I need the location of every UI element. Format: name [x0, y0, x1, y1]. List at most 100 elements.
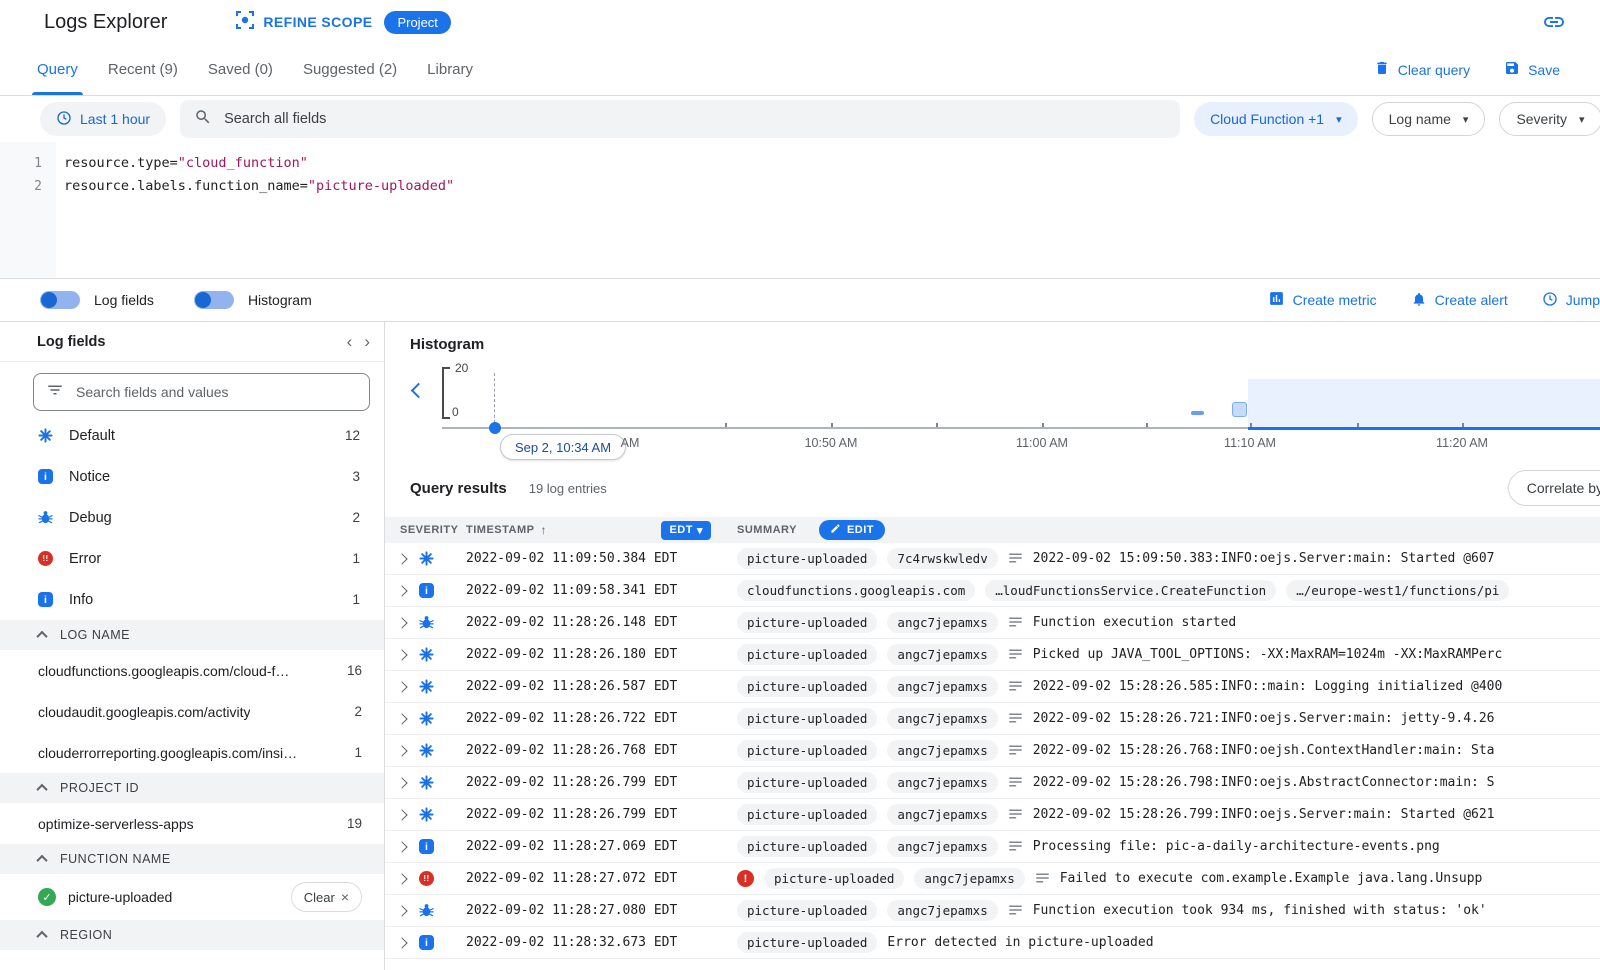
log-fields-toggle[interactable]	[40, 291, 80, 309]
expand-chevron-icon[interactable]	[385, 651, 419, 659]
severity-filter-item-debug[interactable]: Debug2	[0, 497, 384, 538]
log-entry-row[interactable]: 2022-09-02 11:28:26.587 EDTpicture-uploa…	[385, 671, 1600, 703]
summary-chip[interactable]: …loudFunctionsService.CreateFunction	[985, 580, 1276, 601]
tab-suggested-2[interactable]: Suggested (2)	[288, 44, 412, 95]
summary-chip[interactable]: angc7jepamxs	[887, 612, 997, 633]
expand-chevron-icon[interactable]	[385, 555, 419, 563]
summary-chip[interactable]: angc7jepamxs	[887, 900, 997, 921]
expand-chevron-icon[interactable]	[385, 683, 419, 691]
histogram-chart[interactable]: 200 Sep 2, 10:34 AM AM10:50 AM11:00 AM11…	[385, 361, 1600, 465]
summary-chip[interactable]: …/europe-west1/functions/pi	[1286, 580, 1509, 601]
expand-chevron-icon[interactable]	[385, 715, 419, 723]
section-header-log-name[interactable]: LOG NAME	[0, 620, 384, 650]
summary-chip[interactable]: picture-uploaded	[764, 868, 904, 889]
log-entry-row[interactable]: 2022-09-02 11:28:26.799 EDTpicture-uploa…	[385, 767, 1600, 799]
chevron-left-icon[interactable]: ‹	[347, 332, 353, 352]
histogram-selection-handle[interactable]	[1232, 402, 1247, 417]
timezone-chip[interactable]: EDT ▾	[661, 521, 711, 540]
summary-chip[interactable]: picture-uploaded	[737, 900, 877, 921]
clear-query-button[interactable]: Clear query	[1374, 60, 1470, 79]
search-all-fields-input[interactable]	[224, 111, 1166, 127]
summary-chip[interactable]: picture-uploaded	[737, 612, 877, 633]
summary-chip[interactable]: picture-uploaded	[737, 804, 877, 825]
create-alert-button[interactable]: Create alert	[1411, 291, 1508, 310]
tab-saved-0[interactable]: Saved (0)	[193, 44, 288, 95]
log-entry-row[interactable]: 2022-09-02 11:28:26.180 EDTpicture-uploa…	[385, 639, 1600, 671]
tab-library[interactable]: Library	[412, 44, 488, 95]
summary-chip[interactable]: 7c4rwskwledv	[887, 548, 997, 569]
severity-filter-item-info[interactable]: iInfo1	[0, 579, 384, 620]
sort-ascending-icon[interactable]: ↑	[540, 523, 547, 537]
query-editor[interactable]: 12 resource.type="cloud_function"resourc…	[0, 142, 1600, 278]
query-code-area[interactable]: resource.type="cloud_function"resource.l…	[56, 142, 1600, 278]
summary-chip[interactable]: angc7jepamxs	[887, 644, 997, 665]
jump-button[interactable]: Jump	[1542, 291, 1600, 310]
fields-search-input[interactable]	[76, 384, 357, 400]
tab-recent-9[interactable]: Recent (9)	[93, 44, 193, 95]
expand-chevron-icon[interactable]	[385, 875, 419, 883]
field-value-item[interactable]: clouderrorreporting.googleapis.com/insi……	[0, 732, 384, 773]
expand-chevron-icon[interactable]	[385, 779, 419, 787]
section-header-region[interactable]: REGION	[0, 920, 384, 950]
summary-chip[interactable]: angc7jepamxs	[887, 804, 997, 825]
section-header-function-name[interactable]: FUNCTION NAME	[0, 844, 384, 874]
tab-query[interactable]: Query	[22, 44, 93, 95]
summary-chip[interactable]: cloudfunctions.googleapis.com	[737, 580, 975, 601]
section-header-project-id[interactable]: PROJECT ID	[0, 773, 384, 803]
search-all-fields-box[interactable]	[180, 100, 1180, 138]
severity-filter-item-error[interactable]: !!Error1	[0, 538, 384, 579]
field-value-item[interactable]: ✓picture-uploadedClear×	[0, 874, 384, 920]
histogram-marker-dot[interactable]	[489, 422, 501, 434]
time-range-button[interactable]: Last 1 hour	[40, 102, 166, 136]
field-value-item[interactable]: cloudaudit.googleapis.com/activity2	[0, 691, 384, 732]
summary-chip[interactable]: angc7jepamxs	[887, 836, 997, 857]
severity-filter-item-notice[interactable]: iNotice3	[0, 456, 384, 497]
field-value-item[interactable]: optimize-serverless-apps19	[0, 803, 384, 844]
histogram-bar[interactable]	[1191, 411, 1204, 415]
log-entry-row[interactable]: 2022-09-02 11:28:26.148 EDTpicture-uploa…	[385, 607, 1600, 639]
log-entry-row[interactable]: i2022-09-02 11:28:32.673 EDTpicture-uplo…	[385, 927, 1600, 959]
severity-filter-item-default[interactable]: Default12	[0, 415, 384, 456]
refine-scope-button[interactable]: REFINE SCOPE Project	[235, 10, 451, 35]
expand-chevron-icon[interactable]	[385, 843, 419, 851]
expand-chevron-icon[interactable]	[385, 619, 419, 627]
log-entry-row[interactable]: i2022-09-02 11:09:58.341 EDTcloudfunctio…	[385, 575, 1600, 607]
resource-filter-chip[interactable]: Cloud Function +1 ▾	[1194, 102, 1358, 136]
share-link-icon[interactable]	[1542, 10, 1566, 34]
query-code-line[interactable]: resource.labels.function_name="picture-u…	[64, 175, 1600, 198]
histogram-toggle[interactable]	[194, 291, 234, 309]
log-entry-row[interactable]: 2022-09-02 11:28:26.799 EDTpicture-uploa…	[385, 799, 1600, 831]
summary-chip[interactable]: picture-uploaded	[737, 708, 877, 729]
summary-chip[interactable]: picture-uploaded	[737, 772, 877, 793]
summary-chip[interactable]: picture-uploaded	[737, 740, 877, 761]
field-value-item[interactable]: cloudfunctions.googleapis.com/cloud-f…16	[0, 650, 384, 691]
chevron-right-icon[interactable]: ›	[364, 332, 370, 352]
severity-filter-chip[interactable]: Severity ▾	[1499, 102, 1600, 136]
log-entry-row[interactable]: 2022-09-02 11:28:26.768 EDTpicture-uploa…	[385, 735, 1600, 767]
log-entry-row[interactable]: 2022-09-02 11:09:50.384 EDTpicture-uploa…	[385, 543, 1600, 575]
expand-chevron-icon[interactable]	[385, 811, 419, 819]
summary-chip[interactable]: picture-uploaded	[737, 932, 877, 953]
summary-chip[interactable]: angc7jepamxs	[887, 708, 997, 729]
timestamp-column-header[interactable]: TIMESTAMP ↑ EDT ▾	[451, 521, 722, 540]
expand-chevron-icon[interactable]	[385, 747, 419, 755]
severity-column-header[interactable]: SEVERITY	[385, 524, 451, 536]
summary-chip[interactable]: picture-uploaded	[737, 836, 877, 857]
log-name-filter-chip[interactable]: Log name ▾	[1372, 102, 1486, 136]
project-scope-badge[interactable]: Project	[384, 11, 450, 34]
histogram-selection-region[interactable]	[1248, 379, 1600, 427]
histogram-prev-chevron-icon[interactable]	[411, 383, 427, 399]
log-entry-row[interactable]: 2022-09-02 11:28:27.080 EDTpicture-uploa…	[385, 895, 1600, 927]
summary-chip[interactable]: picture-uploaded	[737, 548, 877, 569]
histogram-marker-tooltip[interactable]: Sep 2, 10:34 AM	[500, 434, 626, 460]
save-button[interactable]: Save	[1504, 60, 1560, 79]
summary-chip[interactable]: angc7jepamxs	[887, 772, 997, 793]
summary-chip[interactable]: angc7jepamxs	[887, 740, 997, 761]
clear-filter-button[interactable]: Clear×	[291, 882, 362, 912]
query-code-line[interactable]: resource.type="cloud_function"	[64, 152, 1600, 175]
summary-chip[interactable]: angc7jepamxs	[914, 868, 1024, 889]
expand-chevron-icon[interactable]	[385, 939, 419, 947]
log-entry-row[interactable]: i2022-09-02 11:28:27.069 EDTpicture-uplo…	[385, 831, 1600, 863]
create-metric-button[interactable]: Create metric	[1268, 290, 1377, 310]
fields-search-box[interactable]	[33, 373, 370, 411]
